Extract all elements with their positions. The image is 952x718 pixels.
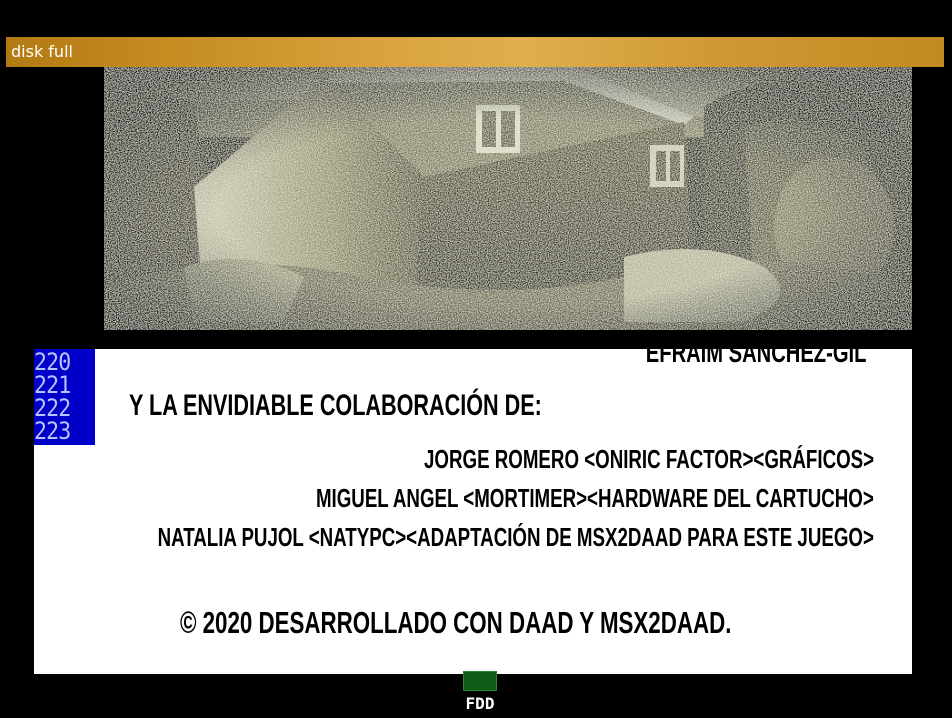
fdd-label: FDD — [465, 694, 495, 713]
line-number-column: 220 221 222 223 — [34, 349, 95, 445]
credit-line: NATALIA PUJOL <NATYPC><ADAPTACIÓN DE MSX… — [157, 522, 874, 552]
line-number: 223 — [34, 417, 71, 445]
credit-line: JORGE ROMERO <ONIRIC FACTOR><GRÁFICOS> — [423, 444, 874, 474]
copyright-line: © 2020 DESARROLLADO CON DAAD Y MSX2DAAD. — [180, 605, 732, 640]
fdd-led-indicator — [463, 671, 497, 691]
status-message: disk full — [11, 42, 73, 61]
status-bar: disk full — [6, 37, 944, 67]
collab-heading: Y LA ENVIDIABLE COLABORACIÓN DE: — [129, 389, 542, 422]
author-line: EFRAIM SÁNCHEZ-GIL — [645, 349, 866, 368]
scene-image — [104, 67, 912, 330]
house-photo — [104, 67, 912, 330]
credit-line: MIGUEL ANGEL <MORTIMER><HARDWARE DEL CAR… — [316, 483, 874, 513]
text-window: 220 221 222 223 EFRAIM SÁNCHEZ-GIL Y LA … — [34, 349, 912, 674]
